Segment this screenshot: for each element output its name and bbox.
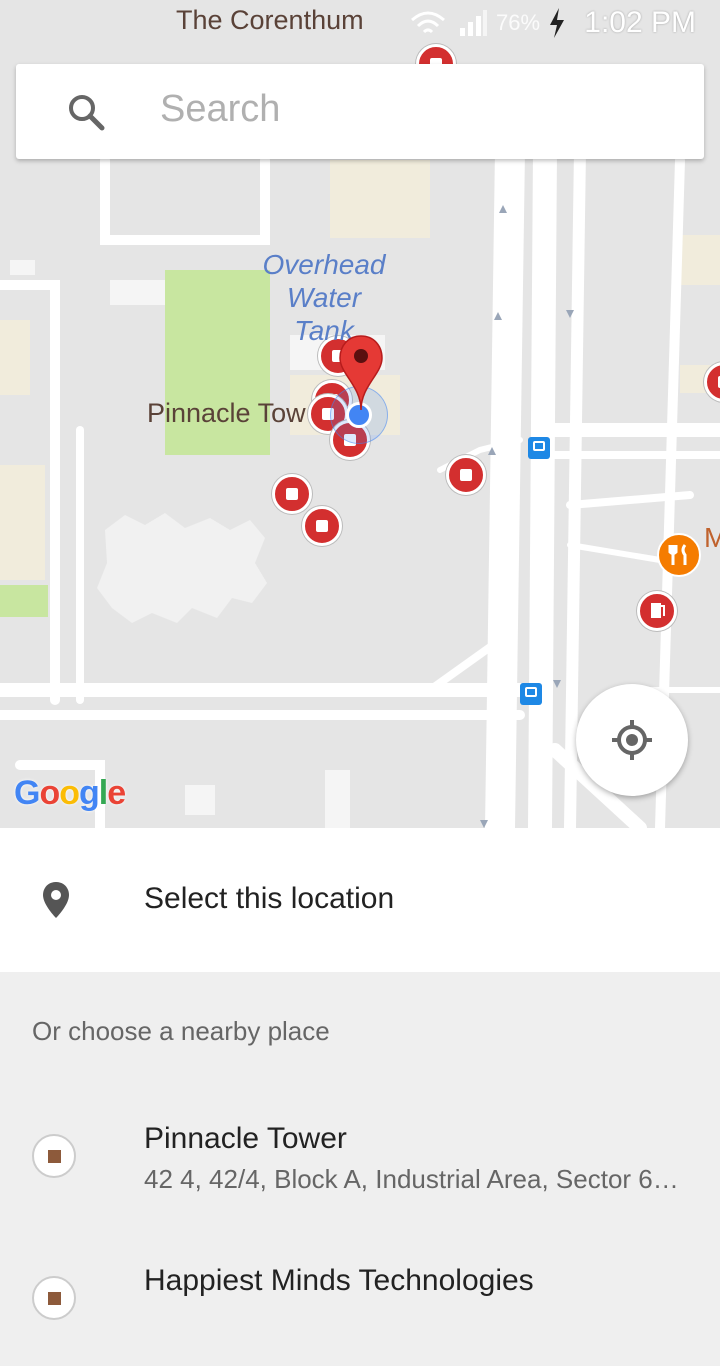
battery-percent: 76% xyxy=(496,10,541,35)
nearby-heading: Or choose a nearby place xyxy=(32,1016,330,1046)
search-icon[interactable] xyxy=(66,92,106,132)
bus-stop-icon[interactable] xyxy=(528,437,550,459)
wifi-icon xyxy=(411,11,445,34)
notification-title: The Corenthum xyxy=(176,5,364,35)
charging-icon xyxy=(550,8,564,38)
status-bar: The Corenthum 76% 1:02 PM xyxy=(0,0,720,46)
list-item[interactable]: Happiest Minds Technologies xyxy=(0,1254,720,1366)
gas-station-icon[interactable] xyxy=(637,591,677,631)
my-location-button[interactable] xyxy=(576,684,688,796)
crosshair-icon xyxy=(612,720,652,760)
signal-icon xyxy=(460,10,487,36)
bus-stop-icon[interactable] xyxy=(520,683,542,705)
search-input[interactable]: Search xyxy=(160,88,280,131)
place-address: 42 4, 42/4, Block A, Industrial Area, Se… xyxy=(144,1164,689,1194)
poi-marker[interactable] xyxy=(272,474,312,514)
place-icon xyxy=(32,1134,76,1178)
place-icon xyxy=(32,1276,76,1320)
list-item[interactable]: Pinnacle Tower 42 4, 42/4, Block A, Indu… xyxy=(0,1112,720,1224)
map-label-pinnacle: Pinnacle Tow xyxy=(147,398,306,428)
search-bar[interactable]: Search xyxy=(16,64,704,159)
map-label-water-tank: Overhead Water Tank xyxy=(262,249,386,346)
map-label-partial: M xyxy=(704,522,720,553)
restaurant-icon[interactable] xyxy=(657,533,701,577)
nearby-places: Or choose a nearby place Pinnacle Tower … xyxy=(0,972,720,1320)
select-location-row[interactable]: Select this location xyxy=(0,828,720,972)
place-name: Happiest Minds Technologies xyxy=(144,1264,534,1297)
poi-marker[interactable] xyxy=(446,455,486,495)
status-time: 1:02 PM xyxy=(584,6,696,39)
select-location-label: Select this location xyxy=(144,882,395,915)
google-logo: Google xyxy=(14,774,126,812)
location-pin-icon[interactable] xyxy=(338,334,384,412)
place-name: Pinnacle Tower xyxy=(144,1122,347,1155)
poi-marker[interactable] xyxy=(302,506,342,546)
place-pin-icon xyxy=(43,882,69,918)
